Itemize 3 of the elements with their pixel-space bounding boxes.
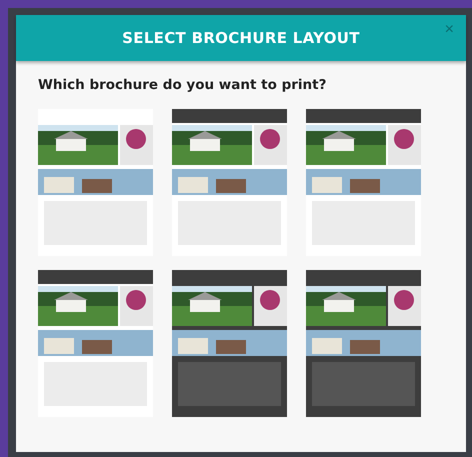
close-button[interactable]: × — [442, 21, 456, 39]
question-text: Which brochure do you want to print? — [38, 77, 328, 93]
dialog-title: SELECT BROCHURE LAYOUT — [122, 29, 360, 47]
